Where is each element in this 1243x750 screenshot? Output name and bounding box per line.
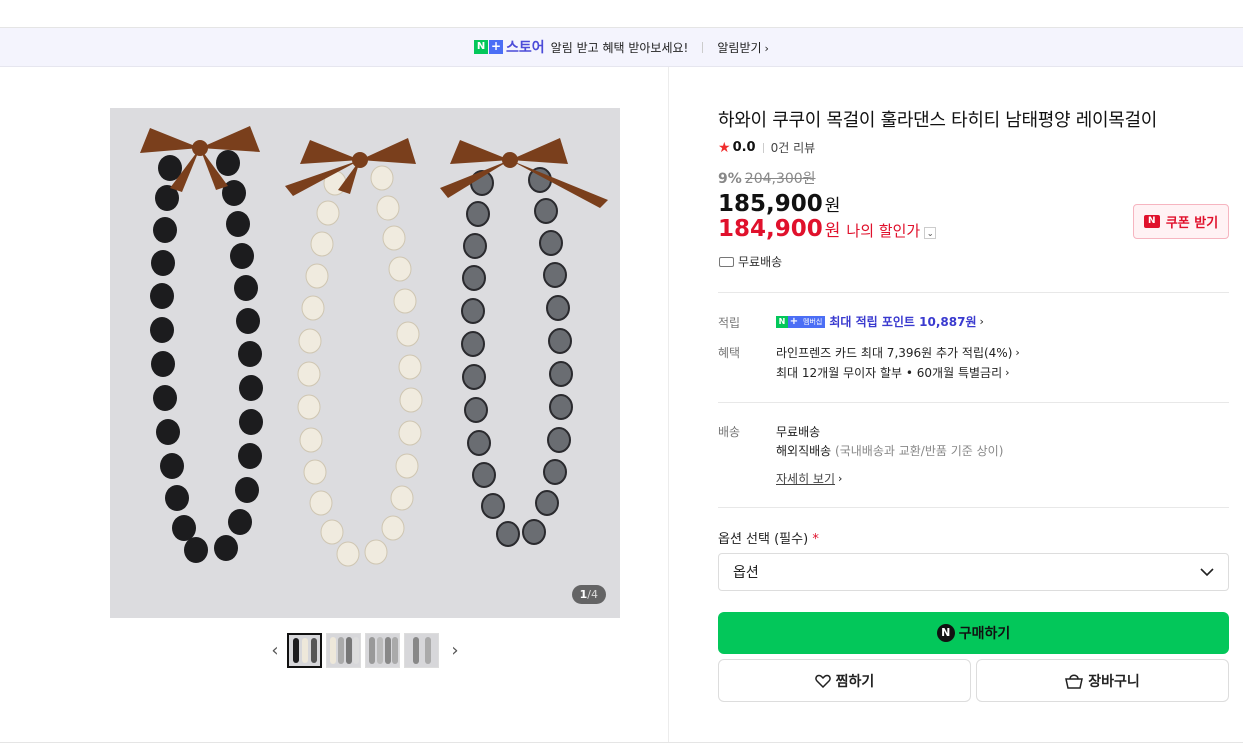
chevron-right-icon: ›: [979, 315, 984, 328]
chevron-left-icon[interactable]: ‹: [263, 640, 287, 661]
discount-row: 9% 204,300원: [718, 168, 816, 188]
shopping-basket-icon: [1065, 673, 1084, 689]
option-select-value: 옵션: [733, 565, 759, 581]
thumbnail-3[interactable]: [365, 632, 400, 668]
cart-button[interactable]: 장바구니: [976, 659, 1229, 702]
sale-price-unit: 원: [824, 196, 841, 216]
chevron-down-icon: [1200, 567, 1214, 576]
shipping-summary-text: 무료배송: [738, 255, 783, 269]
my-price-value: 184,900: [718, 216, 823, 242]
installment-row[interactable]: 최대 12개월 무이자 할부 • 60개월 특별금리 ›: [776, 364, 1010, 381]
banner-message: 알림 받고 혜택 받아보세요!: [550, 40, 689, 55]
installment-text: 최대 12개월 무이자 할부 • 60개월 특별금리: [776, 366, 1003, 380]
cart-button-label: 장바구니: [1088, 673, 1140, 690]
page-bottom-border: [0, 742, 1243, 743]
coupon-button[interactable]: N 쿠폰 받기: [1133, 204, 1229, 239]
star-icon: ★: [718, 139, 731, 156]
banner-divider: [702, 41, 704, 53]
chevron-right-icon: ›: [1005, 366, 1010, 379]
divider: [718, 402, 1229, 403]
membership-badge-text: 멤버십: [800, 315, 826, 328]
store-logo-text: 스토어: [506, 40, 545, 56]
delivery-line1: 무료배송: [776, 425, 821, 439]
naver-plus-membership-badge: N + 멤버십: [776, 315, 826, 328]
plus-logo-icon: +: [489, 39, 504, 54]
my-discount-price[interactable]: 184,900 원 나의 할인가 ⌄: [718, 216, 937, 242]
product-main-image[interactable]: 1/4: [110, 108, 620, 618]
card-benefit-text: 라인프렌즈 카드 최대 7,396원 추가 적립(4%): [776, 346, 1013, 360]
original-price: 204,300원: [744, 171, 816, 187]
shipping-summary: 무료배송: [719, 253, 782, 270]
discount-rate: 9%: [718, 171, 742, 187]
notify-button-label: 알림받기: [717, 40, 762, 55]
sale-price: 185,900 원: [718, 191, 840, 217]
overseas-shipping-note: (국내배송과 교환/반품 기준 상이): [835, 444, 1004, 458]
buy-button-label: 구매하기: [958, 626, 1011, 642]
rating-score: 0.0: [732, 140, 756, 155]
max-points-text: 최대 적립 포인트 10,887원: [829, 315, 977, 329]
chevron-down-icon: ⌄: [924, 227, 937, 239]
thumbnail-4[interactable]: [404, 632, 439, 668]
naver-n-logo-icon: N: [474, 40, 489, 54]
top-navigation: [0, 0, 1243, 28]
wish-button[interactable]: 찜하기: [718, 659, 971, 702]
necklaces-illustration: [110, 108, 620, 618]
divider: [718, 507, 1229, 508]
thumbnail-strip: ‹ ›: [263, 632, 467, 668]
sale-price-value: 185,900: [718, 191, 823, 217]
notification-banner: N + 스토어 알림 받고 혜택 받아보세요! 알림받기 ›: [0, 28, 1243, 67]
my-price-label: 나의 할인가: [846, 222, 921, 240]
product-title: 하와이 쿠쿠이 목걸이 훌라댄스 타히티 남태평양 레이목걸이: [718, 110, 1158, 131]
coupon-icon: N: [1143, 215, 1160, 228]
delivery-line2: 해외직배송 (국내배송과 교환/반품 기준 상이): [776, 442, 1003, 459]
option-select[interactable]: 옵션: [718, 553, 1229, 591]
card-benefit-row[interactable]: 라인프렌즈 카드 최대 7,396원 추가 적립(4%) ›: [776, 344, 1020, 361]
overseas-shipping-text: 해외직배송: [776, 444, 832, 458]
delivery-label: 배송: [718, 425, 741, 439]
points-label: 적립: [718, 316, 741, 330]
chevron-right-icon: ›: [838, 472, 843, 485]
required-mark: *: [812, 532, 819, 547]
thumbnail-2[interactable]: [326, 632, 361, 668]
image-counter-total: /4: [587, 588, 598, 601]
chevron-right-icon[interactable]: ›: [443, 640, 467, 661]
naver-pay-icon: N: [936, 624, 955, 642]
naver-plus-store-logo: N + 스토어: [474, 37, 551, 57]
chevron-right-icon: ›: [764, 41, 769, 55]
points-row[interactable]: N + 멤버십 최대 적립 포인트 10,887원 ›: [776, 313, 984, 330]
truck-icon: [719, 256, 734, 267]
rating-row: ★ 0.0 0건 리뷰: [718, 139, 815, 156]
delivery-detail-link[interactable]: 자세히 보기 ›: [776, 470, 842, 487]
heart-icon: [814, 674, 831, 688]
review-count-link[interactable]: 0건 리뷰: [771, 139, 816, 156]
coupon-label: 쿠폰 받기: [1165, 216, 1219, 231]
image-counter: 1/4: [571, 585, 606, 604]
column-divider: [668, 67, 669, 743]
naver-n-icon: N: [776, 315, 788, 328]
buy-button[interactable]: N 구매하기: [718, 612, 1229, 654]
notify-button[interactable]: 알림받기 ›: [717, 39, 769, 56]
wish-button-label: 찜하기: [835, 673, 875, 690]
option-label: 옵션 선택 (필수) *: [718, 528, 819, 547]
rating-divider: [762, 142, 764, 153]
benefit-label: 혜택: [718, 346, 741, 360]
plus-icon: +: [788, 315, 800, 328]
thumbnail-1[interactable]: [287, 632, 322, 668]
option-label-text: 옵션 선택 (필수): [718, 532, 809, 547]
divider: [718, 292, 1229, 293]
my-price-unit: 원: [824, 221, 841, 241]
chevron-right-icon: ›: [1015, 346, 1020, 359]
delivery-detail-text: 자세히 보기: [776, 472, 836, 486]
